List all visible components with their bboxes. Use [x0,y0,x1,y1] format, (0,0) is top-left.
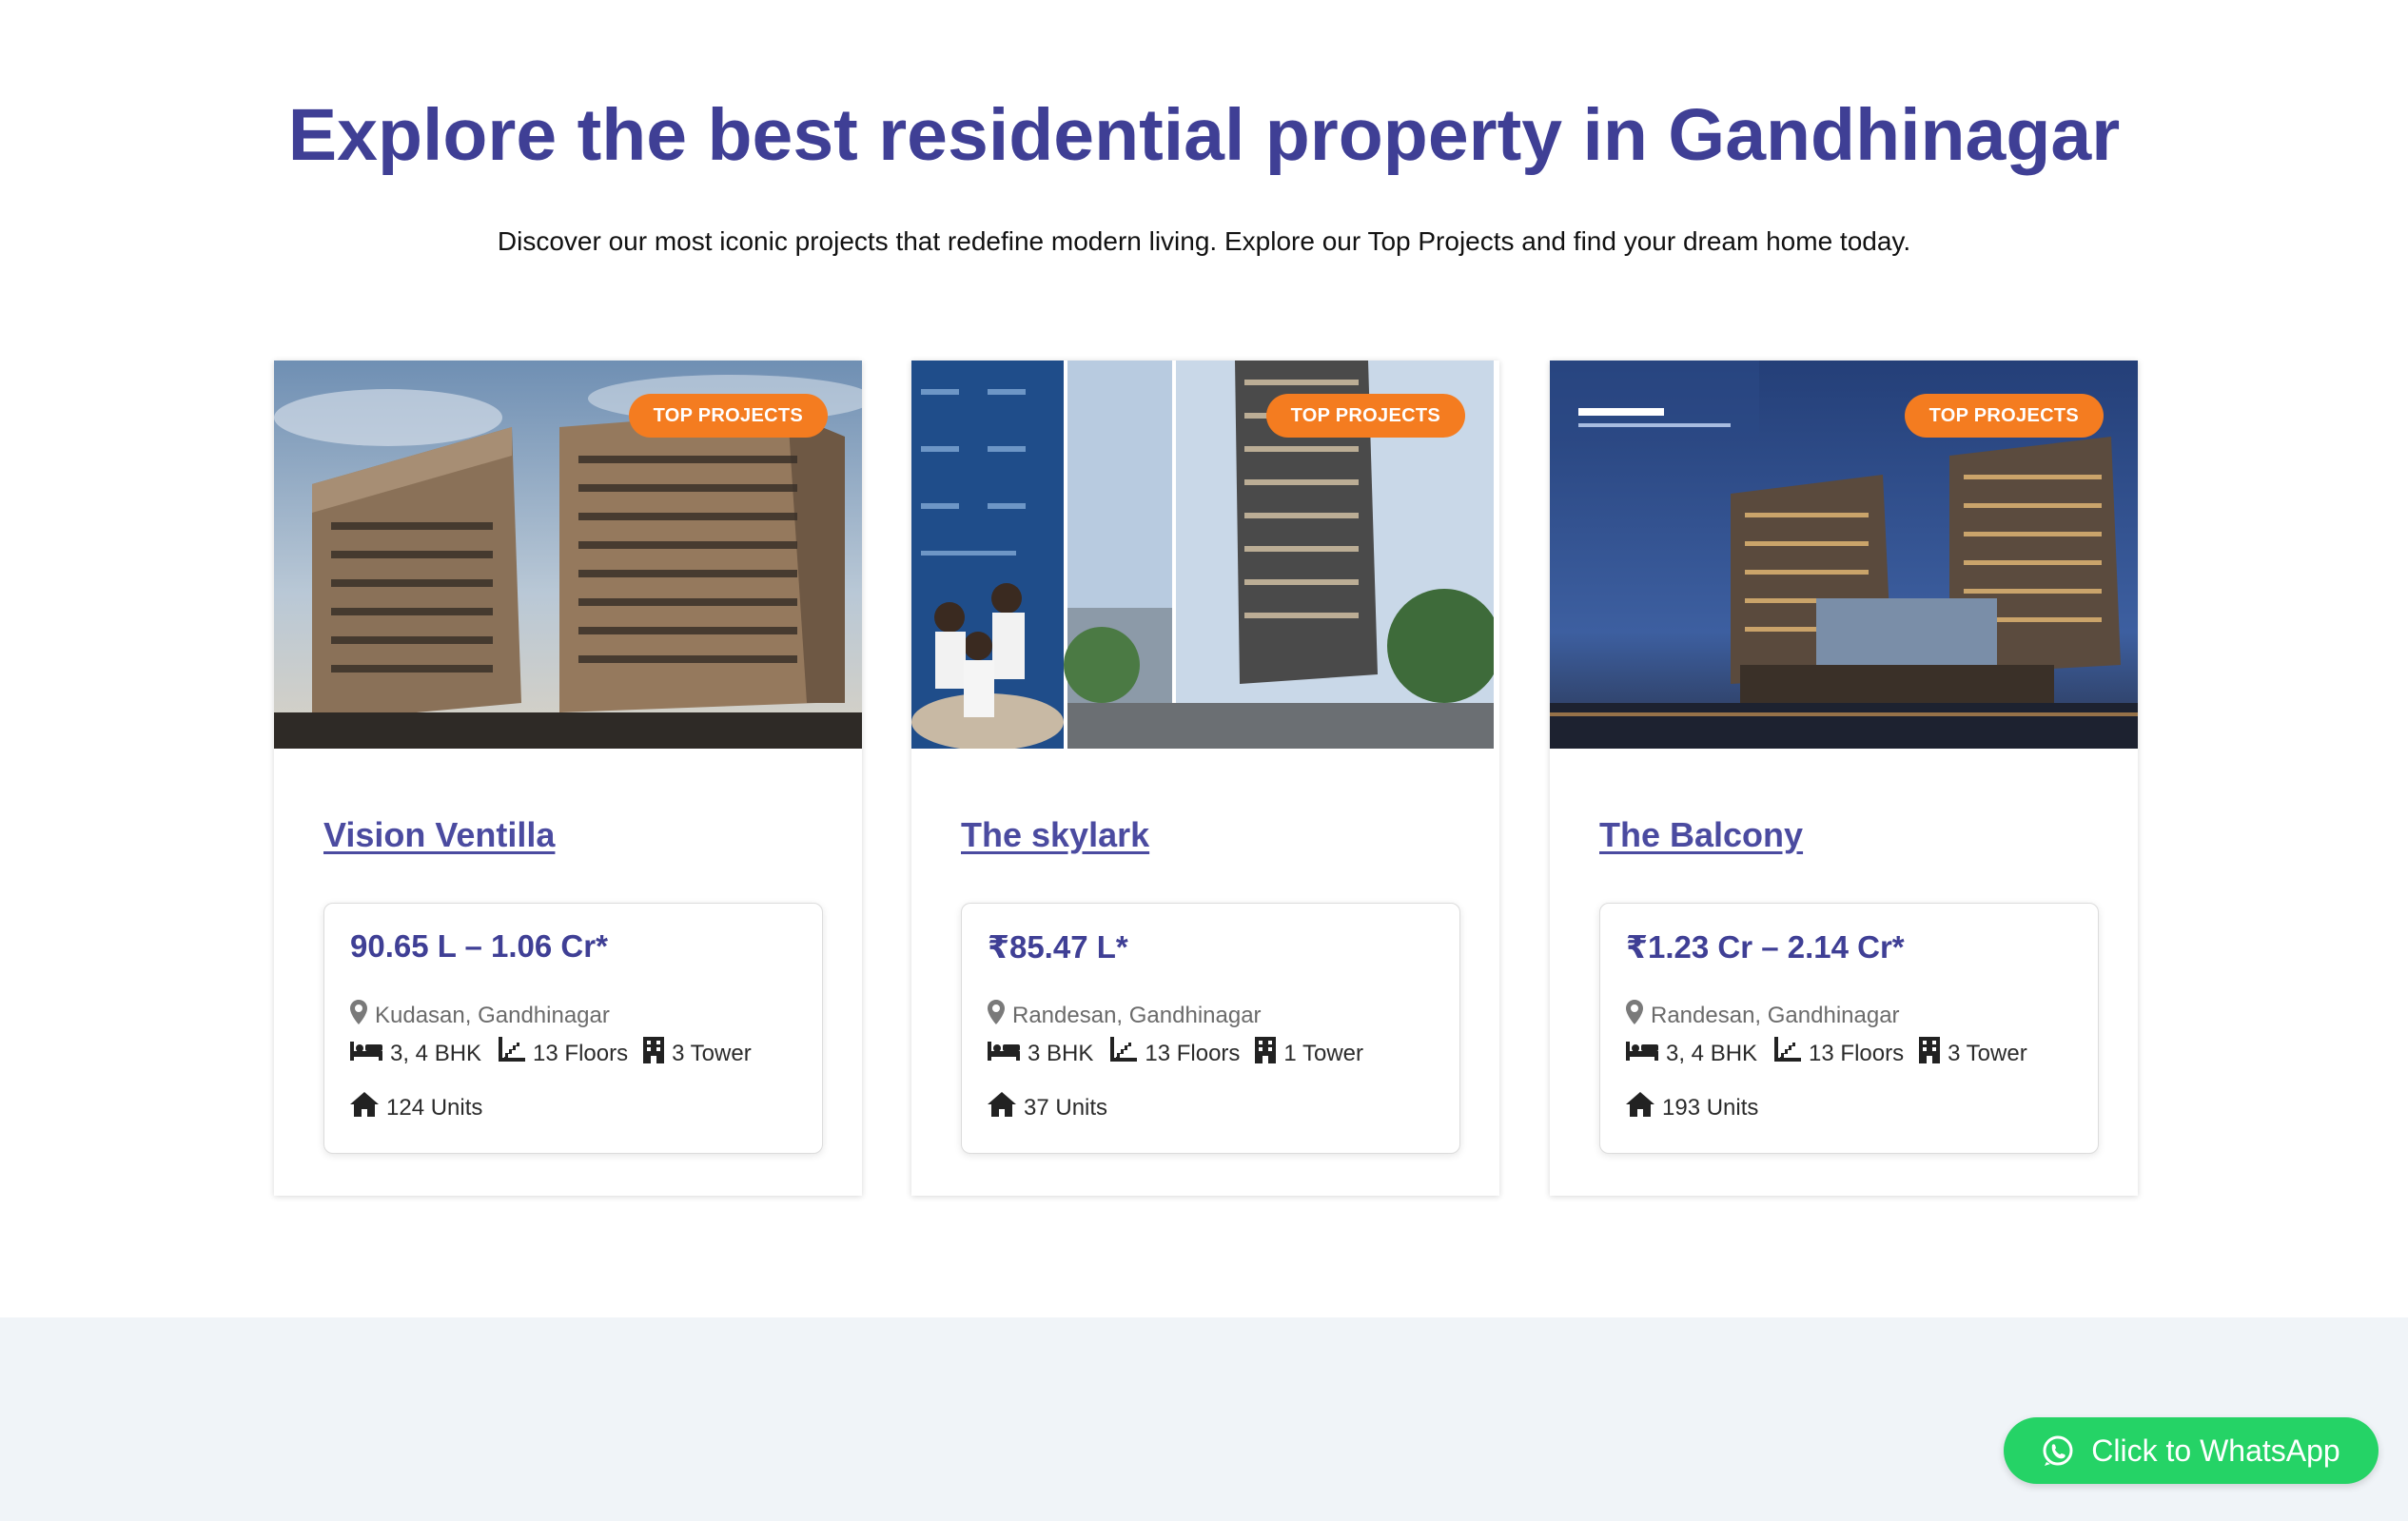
building-icon [1255,1037,1277,1070]
location-text: Kudasan, Gandhinagar [375,1002,610,1028]
stairs-icon [1772,1037,1802,1070]
page: Explore the best residential property in… [0,0,2408,1521]
project-title-link[interactable]: Vision Ventilla [323,815,555,855]
project-title-link[interactable]: The Balcony [1599,815,1803,855]
units-text: 37 Units [1024,1094,1108,1121]
project-features: 3, 4 BHK 13 Floors 3 Tower [350,1037,767,1070]
project-price: 90.65 L – 1.06 Cr* [350,928,608,964]
project-location: Randesan, Gandhinagar [1626,1000,1900,1031]
project-title-link[interactable]: The skylark [961,815,1149,855]
towers-feature: 3 Tower [1919,1037,2027,1070]
towers-text: 3 Tower [1948,1040,2027,1066]
top-projects-badge: TOP PROJECTS [628,394,828,438]
bhk-feature: 3, 4 BHK [1626,1040,1757,1067]
towers-feature: 3 Tower [643,1037,752,1070]
project-info-box: 90.65 L – 1.06 Cr* Kudasan, Gandhinagar … [323,903,823,1154]
section-title: Explore the best residential property in… [287,94,2121,176]
bed-icon [988,1040,1020,1067]
stairs-icon [1108,1037,1138,1070]
floors-text: 13 Floors [533,1040,629,1066]
bhk-feature: 3, 4 BHK [350,1040,481,1067]
towers-text: 3 Tower [672,1040,752,1066]
whatsapp-label: Click to WhatsApp [2091,1433,2340,1468]
floors-feature: 13 Floors [1772,1037,1904,1070]
location-text: Randesan, Gandhinagar [1651,1002,1900,1028]
map-pin-icon [1626,1000,1643,1031]
units-text: 193 Units [1662,1094,1759,1121]
bhk-feature: 3 BHK [988,1040,1093,1067]
project-price: ₹85.47 L* [988,929,1128,965]
project-location: Kudasan, Gandhinagar [350,1000,610,1031]
stairs-icon [497,1037,526,1070]
bed-icon [1626,1040,1658,1067]
whatsapp-icon [2042,1434,2074,1467]
bhk-text: 3, 4 BHK [1666,1040,1758,1066]
floors-text: 13 Floors [1809,1040,1905,1066]
top-projects-badge: TOP PROJECTS [1904,394,2104,438]
project-card-the-skylark[interactable]: TOP PROJECTS The skylark ₹85.47 L* Rande… [911,361,1499,1196]
location-text: Randesan, Gandhinagar [1012,1002,1262,1028]
floors-feature: 13 Floors [1108,1037,1240,1070]
floors-text: 13 Floors [1145,1040,1241,1066]
home-icon [1626,1092,1654,1123]
building-icon [643,1037,665,1070]
floors-feature: 13 Floors [497,1037,628,1070]
home-icon [988,1092,1016,1123]
project-features: 3, 4 BHK 13 Floors 3 Tower [1626,1037,2043,1070]
home-icon [350,1092,379,1123]
bhk-text: 3 BHK [1028,1040,1094,1066]
project-location: Randesan, Gandhinagar [988,1000,1262,1031]
project-info-box: ₹85.47 L* Randesan, Gandhinagar 3 BHK 13… [961,903,1460,1154]
project-units: 193 Units [1626,1092,1758,1123]
units-text: 124 Units [386,1094,483,1121]
project-units: 37 Units [988,1092,1107,1123]
towers-feature: 1 Tower [1255,1037,1363,1070]
map-pin-icon [988,1000,1005,1031]
project-units: 124 Units [350,1092,482,1123]
project-price: ₹1.23 Cr – 2.14 Cr* [1626,929,1905,965]
towers-text: 1 Tower [1283,1040,1364,1066]
whatsapp-button[interactable]: Click to WhatsApp [2004,1417,2379,1484]
bhk-text: 3, 4 BHK [390,1040,482,1066]
section-subtitle: Discover our most iconic projects that r… [497,226,1911,256]
bed-icon [350,1040,382,1067]
project-card-the-balcony[interactable]: TOP PROJECTS The Balcony ₹1.23 Cr – 2.14… [1550,361,2138,1196]
map-pin-icon [350,1000,367,1031]
top-projects-badge: TOP PROJECTS [1265,394,1465,438]
project-features: 3 BHK 13 Floors 1 Tower [988,1037,1379,1070]
project-info-box: ₹1.23 Cr – 2.14 Cr* Randesan, Gandhinaga… [1599,903,2099,1154]
building-icon [1919,1037,1941,1070]
project-card-vision-ventilla[interactable]: TOP PROJECTS Vision Ventilla 90.65 L – 1… [274,361,862,1196]
